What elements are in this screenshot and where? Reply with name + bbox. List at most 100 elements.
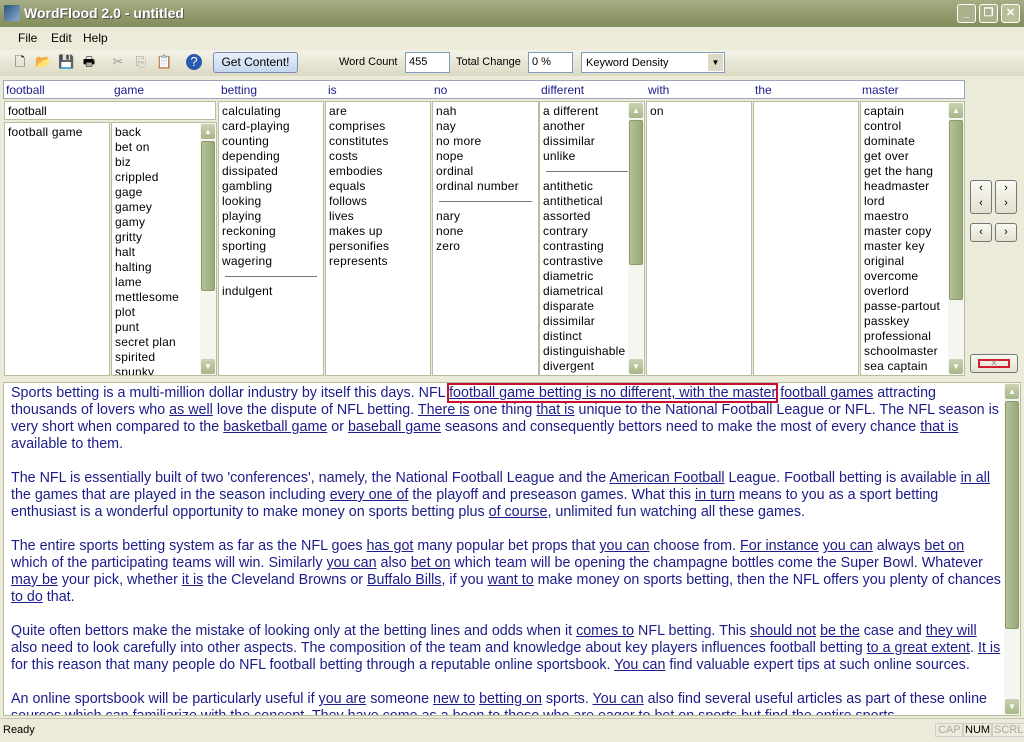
phrase-link[interactable]: There is — [418, 402, 470, 418]
phrase-link[interactable]: in turn — [695, 487, 735, 503]
phrase-link[interactable]: it is — [182, 572, 203, 588]
synonym-list-8[interactable]: captain control dominate get over get the ha… — [860, 101, 965, 376]
list-item[interactable]: comprises — [326, 119, 430, 134]
list-scrollbar[interactable]: ▲ ▼ — [948, 102, 964, 375]
phrase-link[interactable]: baseball game — [348, 419, 441, 435]
paste-icon[interactable]: 📋 — [156, 54, 172, 70]
list-item[interactable]: follows — [326, 194, 430, 209]
scroll-thumb[interactable] — [949, 120, 963, 300]
phrase-link[interactable]: may be — [11, 572, 58, 588]
list-item[interactable]: on — [647, 104, 751, 119]
phrase-link[interactable]: every one of — [330, 487, 409, 503]
phrase-link[interactable]: American Football — [609, 470, 724, 486]
phrase-link[interactable]: Buffalo Bills — [367, 572, 441, 588]
new-file-icon[interactable]: 🗋 — [12, 54, 28, 70]
menu-edit[interactable]: Edit — [51, 31, 72, 45]
chevron-down-icon[interactable]: ▼ — [708, 54, 723, 71]
list-item[interactable]: sporting — [219, 239, 323, 254]
list-item[interactable]: calculating — [219, 104, 323, 119]
print-icon[interactable]: 🖶 — [81, 54, 97, 70]
list-item[interactable]: dissipated — [219, 164, 323, 179]
phrase-link[interactable]: to do — [11, 589, 43, 605]
phrase-link[interactable]: that is — [536, 402, 574, 418]
list-item[interactable]: depending — [219, 149, 323, 164]
synonym-list-4[interactable]: nah nay no more nope ordinal ordinal number na… — [432, 101, 539, 376]
phrase-link[interactable]: comes to — [576, 623, 634, 639]
phrase-link[interactable]: betting on — [479, 691, 542, 707]
content-editor[interactable]: Sports betting is a multi-million dollar… — [3, 382, 1021, 716]
header-word-7[interactable]: the — [755, 83, 772, 97]
list-item[interactable]: nah — [433, 104, 538, 119]
list-scrollbar[interactable]: ▲ ▼ — [200, 123, 216, 375]
menu-help[interactable]: Help — [83, 31, 108, 45]
list-item[interactable]: card-playing — [219, 119, 323, 134]
phrase-link[interactable]: in all — [961, 470, 990, 486]
list-item[interactable]: gambling — [219, 179, 323, 194]
phrase-link[interactable]: should not — [750, 623, 816, 639]
list-item[interactable]: football game — [5, 125, 109, 140]
header-word-1[interactable]: game — [114, 83, 144, 97]
list-item[interactable]: looking — [219, 194, 323, 209]
list-item[interactable]: makes up — [326, 224, 430, 239]
list-item[interactable]: ordinal number — [433, 179, 538, 194]
scroll-thumb[interactable] — [1005, 401, 1019, 629]
scroll-thumb[interactable] — [629, 120, 643, 265]
header-word-4[interactable]: no — [434, 83, 447, 97]
phrase-link[interactable]: as well — [169, 402, 213, 418]
phrase-link[interactable]: For instance — [740, 538, 819, 554]
save-icon[interactable]: 💾 — [58, 54, 74, 70]
header-word-8[interactable]: master — [862, 83, 899, 97]
phrase-link[interactable]: you can — [326, 555, 376, 571]
list-item[interactable]: counting — [219, 134, 323, 149]
minimize-button[interactable]: _ — [957, 4, 976, 23]
phrase-link[interactable]: want to — [488, 572, 534, 588]
phrase-link[interactable]: you can — [823, 538, 873, 554]
header-word-3[interactable]: is — [328, 83, 337, 97]
menu-file[interactable]: File — [18, 31, 37, 45]
list-item[interactable]: zero — [433, 239, 538, 254]
list-item[interactable]: costs — [326, 149, 430, 164]
header-word-6[interactable]: with — [648, 83, 669, 97]
list-item[interactable]: nope — [433, 149, 538, 164]
open-folder-icon[interactable]: 📂 — [35, 54, 51, 70]
list-item[interactable]: none — [433, 224, 538, 239]
editor-scrollbar[interactable]: ▲ ▼ — [1004, 383, 1020, 715]
list-item[interactable]: represents — [326, 254, 430, 269]
scroll-down-icon[interactable]: ▼ — [629, 359, 643, 374]
list-scrollbar[interactable]: ▲ ▼ — [628, 102, 644, 375]
synonym-list-2[interactable]: calculating card-playing counting depending… — [218, 101, 324, 376]
list-item[interactable]: lives — [326, 209, 430, 224]
maximize-button[interactable]: ❐ — [979, 4, 998, 23]
phrase-link[interactable]: bet on — [924, 538, 964, 554]
cut-icon[interactable]: ✂ — [110, 54, 126, 70]
prev-button[interactable]: ‹ — [970, 223, 992, 242]
content-text[interactable]: Sports betting is a multi-million dollar… — [11, 383, 1003, 715]
clear-button[interactable]: ✕ — [970, 354, 1018, 373]
phrase-link[interactable]: you can — [599, 538, 649, 554]
synonym-list-3[interactable]: are comprises constitutes costs embodies equa… — [325, 101, 431, 376]
get-content-button[interactable]: Get Content! — [213, 52, 298, 73]
scroll-down-icon[interactable]: ▼ — [1005, 699, 1019, 714]
header-word-2[interactable]: betting — [221, 83, 257, 97]
next-button[interactable]: › — [995, 223, 1017, 242]
copy-icon[interactable]: ⎘ — [133, 54, 149, 70]
list-item[interactable]: embodies — [326, 164, 430, 179]
help-icon[interactable]: ? — [186, 54, 202, 70]
close-button[interactable]: ✕ — [1001, 4, 1020, 23]
list-item[interactable]: personifies — [326, 239, 430, 254]
word-count-field[interactable]: 455 — [405, 52, 450, 73]
phrase-link[interactable]: be the — [820, 623, 860, 639]
list-item[interactable]: nary — [433, 209, 538, 224]
phrase-link[interactable]: you are — [319, 691, 367, 707]
synonym-list-5[interactable]: a different another dissimilar unlike antith… — [539, 101, 645, 376]
phrase-link[interactable]: football games — [780, 385, 873, 401]
scroll-down-icon[interactable]: ▼ — [201, 359, 215, 374]
phrase-link[interactable]: that is — [920, 419, 958, 435]
synonym-list-7[interactable] — [753, 101, 859, 376]
list-item[interactable]: indulgent — [219, 284, 323, 299]
phrase-link[interactable]: basketball game — [223, 419, 327, 435]
list-item[interactable]: ordinal — [433, 164, 538, 179]
list-item[interactable]: reckoning — [219, 224, 323, 239]
list-item[interactable]: nay — [433, 119, 538, 134]
phrase-link[interactable]: they will — [926, 623, 977, 639]
